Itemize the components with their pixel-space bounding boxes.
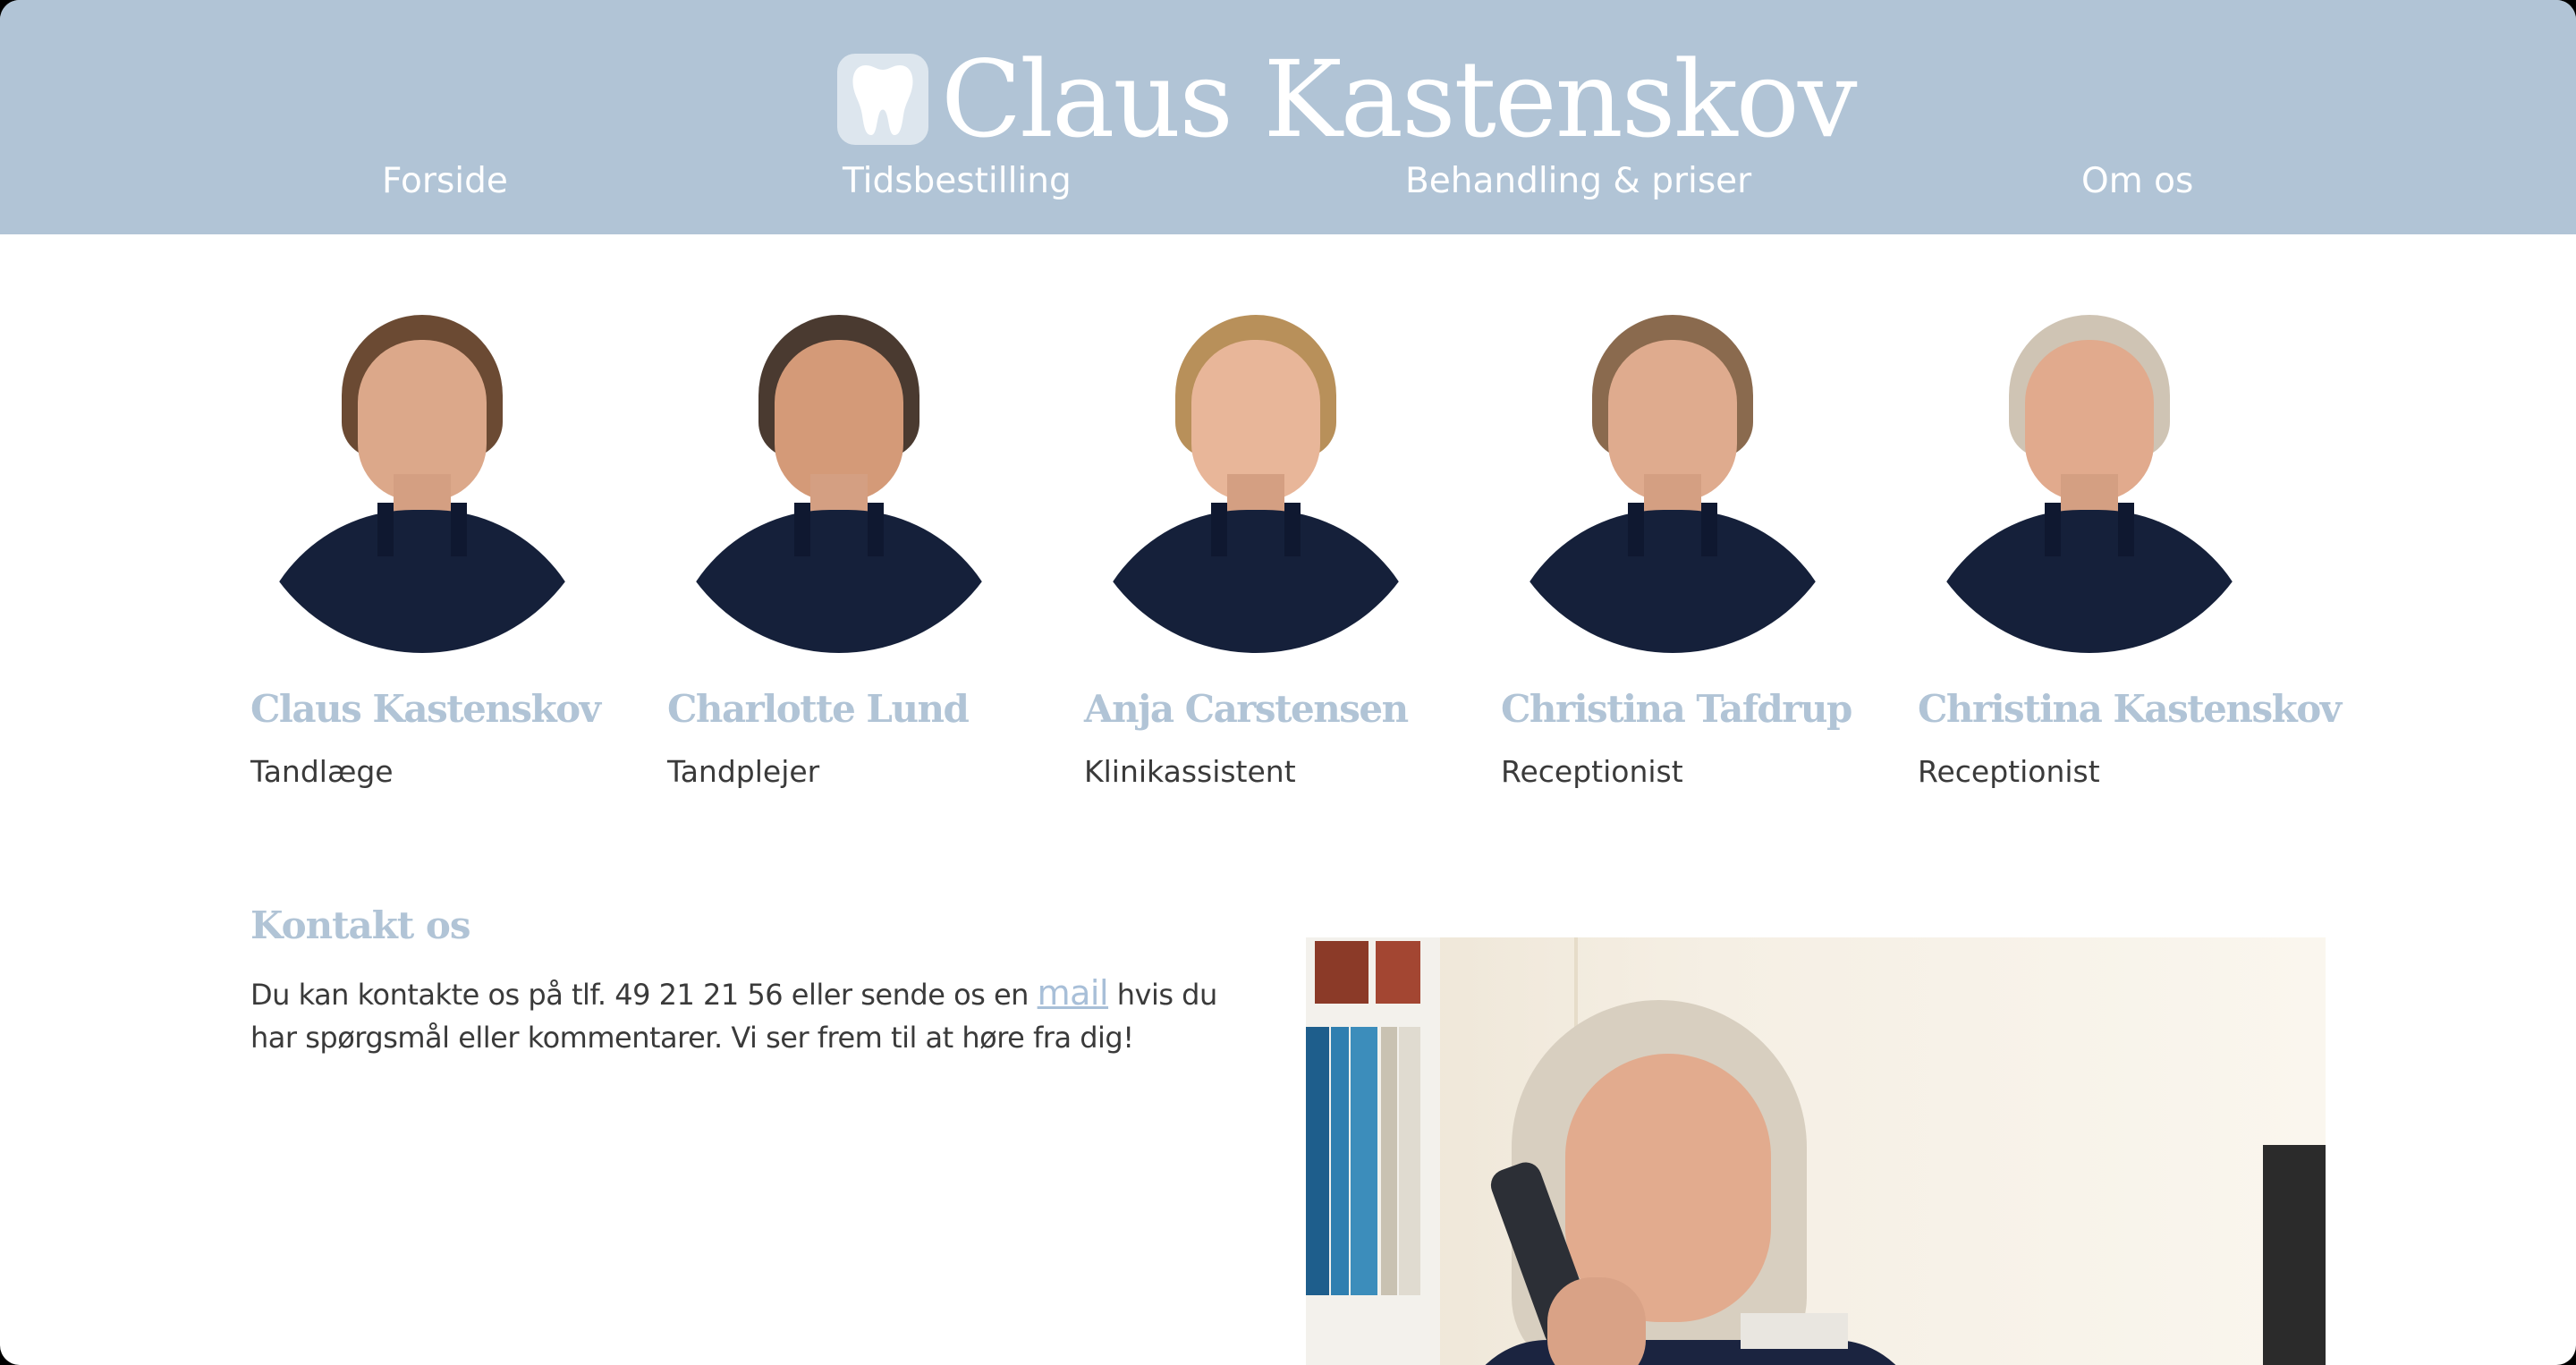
team-member: Charlotte Lund Tandplejer: [660, 295, 1061, 789]
team-member-name: Christina Kastenskov: [1918, 687, 2342, 731]
site-header: Claus Kastenskov Forside Tidsbestilling …: [0, 0, 2576, 234]
contact-heading: Kontakt os: [250, 903, 471, 947]
team-member-role: Tandplejer: [667, 754, 820, 789]
team-member-name: Anja Carstensen: [1084, 687, 1409, 731]
nav-item-om-os[interactable]: Om os: [2081, 161, 2193, 201]
contact-paragraph: Du kan kontakte os på tlf. 49 21 21 56 e…: [250, 971, 1270, 1059]
team-member-name: Charlotte Lund: [667, 687, 970, 731]
team-member-role: Tandlæge: [250, 754, 394, 789]
team-member: Claus Kastenskov Tandlæge: [243, 295, 644, 789]
team-member: Christina Kastenskov Receptionist: [1911, 295, 2342, 789]
team-member-photo: [1911, 295, 2268, 653]
nav-item-forside[interactable]: Forside: [382, 161, 508, 201]
team-member: Anja Carstensen Klinikassistent: [1077, 295, 1478, 789]
team-member-role: Receptionist: [1501, 754, 1683, 789]
team-member-photo: [1494, 295, 1852, 653]
reception-photo: [1306, 937, 2326, 1365]
contact-text-before: Du kan kontakte os på tlf. 49 21 21 56 e…: [250, 978, 1038, 1012]
team-member-name: Claus Kastenskov: [250, 687, 601, 731]
browser-viewport: Claus Kastenskov Forside Tidsbestilling …: [0, 0, 2576, 1365]
team-member-photo: [243, 295, 601, 653]
logo[interactable]: Claus Kastenskov: [837, 38, 1858, 161]
team-member-photo: [660, 295, 1018, 653]
team-member-role: Klinikassistent: [1084, 754, 1296, 789]
nav-item-behandling-priser[interactable]: Behandling & priser: [1405, 161, 1751, 201]
site-title: Claus Kastenskov: [941, 38, 1858, 161]
team-member-name: Christina Tafdrup: [1501, 687, 1852, 731]
team-member-photo: [1077, 295, 1435, 653]
team-member: Christina Tafdrup Receptionist: [1494, 295, 1894, 789]
mail-link[interactable]: mail: [1038, 973, 1109, 1013]
tooth-icon: [837, 54, 928, 145]
nav-item-tidsbestilling[interactable]: Tidsbestilling: [843, 161, 1072, 201]
team-member-role: Receptionist: [1918, 754, 2100, 789]
